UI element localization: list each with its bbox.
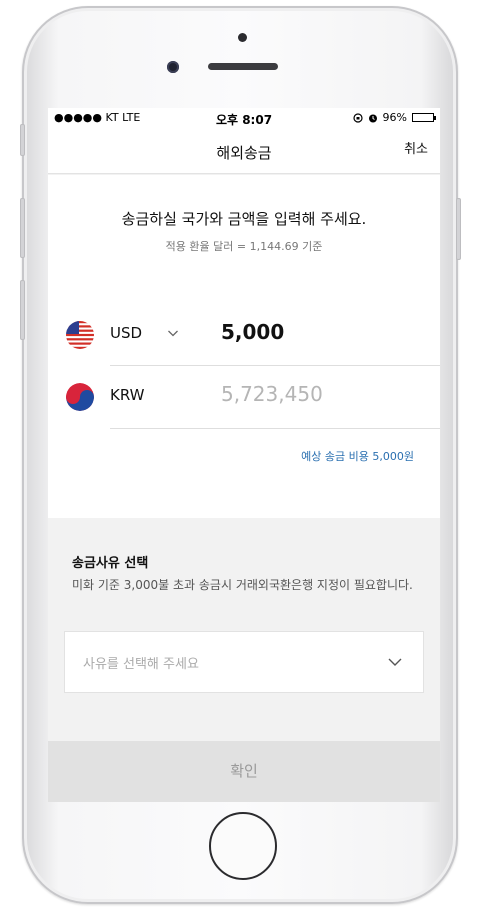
confirm-button[interactable]: 확인: [48, 741, 440, 802]
cancel-button[interactable]: 취소: [404, 138, 428, 157]
volume-up-button: [20, 198, 25, 258]
transfer-card: 송금하실 국가와 금액을 입력해 주세요. 적용 환율 달러 = 1,144.6…: [48, 175, 440, 518]
reason-section-title: 송금사유 선택: [72, 556, 149, 571]
chevron-down-icon[interactable]: [167, 327, 179, 339]
send-amount-input[interactable]: 5,000: [221, 320, 284, 344]
send-currency-row: USD 5,000: [48, 305, 440, 366]
nav-bar: 해외송금 취소: [48, 128, 440, 174]
home-button[interactable]: [209, 812, 277, 880]
receive-amount: 5,723,450: [221, 382, 323, 406]
send-row-divider: [110, 365, 440, 366]
volume-down-button: [20, 280, 25, 340]
us-flag-icon: [66, 321, 94, 349]
transfer-headline: 송금하실 국가와 금액을 입력해 주세요.: [121, 210, 367, 228]
status-right: 96%: [352, 111, 436, 124]
send-currency-code[interactable]: USD: [110, 324, 142, 342]
earpiece-speaker: [208, 63, 278, 70]
reason-select[interactable]: 사유를 선택해 주세요: [64, 631, 424, 693]
estimated-fee-link[interactable]: 예상 송금 비용 5,000원: [301, 448, 414, 464]
reason-description: 미화 기준 3,000불 초과 송금시 거래외국환은행 지정이 필요합니다.: [72, 578, 413, 592]
screen: ●●●●● KT LTE 오후 8:07 96% 해외송금 취소 송금하실 국가…: [48, 108, 440, 802]
receive-currency-code: KRW: [110, 386, 145, 404]
reason-select-placeholder: 사유를 선택해 주세요: [83, 657, 199, 672]
receive-currency-row: KRW 5,723,450: [48, 367, 440, 429]
kr-flag-icon: [66, 383, 94, 411]
silent-switch: [20, 124, 25, 156]
rotation-lock-icon: [352, 112, 363, 123]
front-camera-lens: [167, 61, 179, 73]
receive-row-divider: [110, 428, 440, 429]
chevron-down-icon: [388, 658, 402, 666]
battery-percent: 96%: [382, 111, 407, 124]
front-sensor: [238, 33, 247, 42]
alarm-icon: [368, 114, 377, 122]
status-bar: ●●●●● KT LTE 오후 8:07 96%: [48, 108, 440, 128]
power-button: [456, 198, 461, 260]
exchange-rate-info: 적용 환율 달러 = 1,144.69 기준: [165, 240, 323, 253]
page-title: 해외송금: [216, 144, 272, 162]
battery-icon: [412, 113, 436, 122]
